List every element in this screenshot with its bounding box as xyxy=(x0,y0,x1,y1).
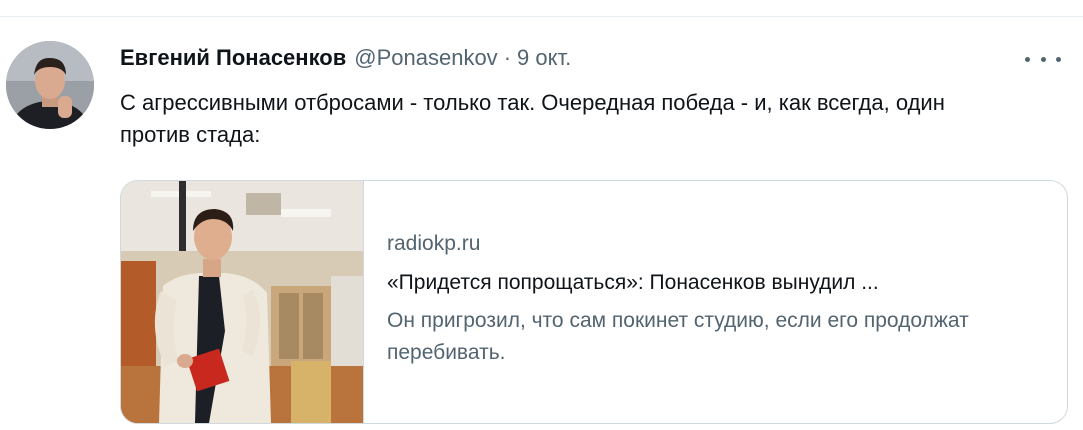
timestamp[interactable]: 9 окт. xyxy=(517,45,571,71)
separator: · xyxy=(503,45,512,70)
link-card[interactable]: radiokp.ru «Придется попрощаться»: Понас… xyxy=(120,180,1068,424)
card-description: Он пригрозил, что сам покинет студию, ес… xyxy=(387,309,969,364)
card-body: radiokp.ru «Придется попрощаться»: Понас… xyxy=(387,229,1047,369)
more-horizontal-icon[interactable] xyxy=(1025,47,1061,71)
avatar[interactable] xyxy=(6,41,94,129)
tweet-header: Евгений Понасенков @Ponasenkov · 9 окт. xyxy=(120,45,571,75)
user-handle[interactable]: @Ponasenkov xyxy=(354,45,497,71)
display-name[interactable]: Евгений Понасенков xyxy=(120,45,346,71)
card-domain: radiokp.ru xyxy=(387,232,481,255)
card-image xyxy=(121,181,364,423)
card-title: «Придется попрощаться»: Понасенков вынуд… xyxy=(387,271,879,294)
tweet[interactable]: Евгений Понасенков @Ponasenkov · 9 окт. … xyxy=(0,17,1083,430)
tweet-text: С агрессивными отбросами - только так. О… xyxy=(120,90,945,147)
avatar-photo xyxy=(6,41,94,129)
